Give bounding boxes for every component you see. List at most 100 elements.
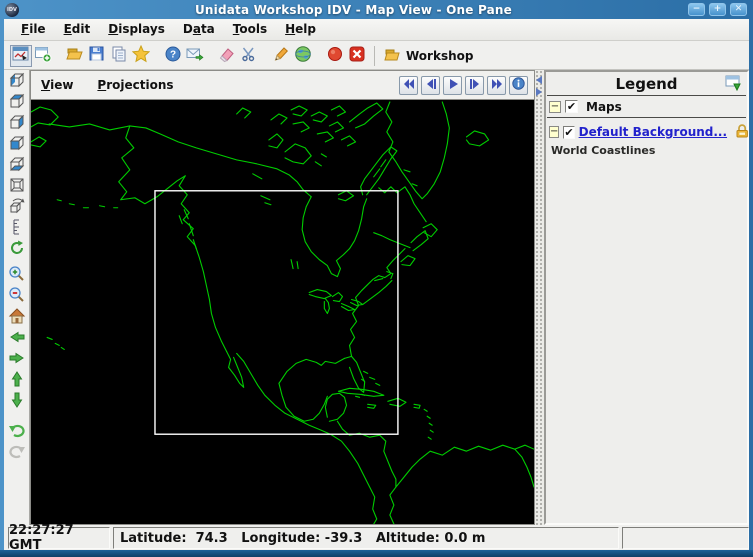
maximize-button[interactable]: + [709,3,726,16]
menu-displays[interactable]: Displays [99,20,174,39]
maps-visibility-checkbox[interactable]: ✔ [565,100,578,113]
menu-projections[interactable]: Projections [97,76,183,94]
cube-right-icon [8,113,26,134]
pan-down-button[interactable] [6,391,28,412]
zoom-out-button[interactable] [6,286,28,307]
arrow-left-icon [8,328,26,349]
menu-tools[interactable]: Tools [224,20,276,39]
help-button[interactable]: ? [162,45,184,67]
edit-draw-button[interactable] [270,45,292,67]
help-icon: ? [164,45,182,66]
collapse-left-icon[interactable] [536,76,542,84]
redo-icon [8,442,26,463]
legend-separator-2 [547,117,746,118]
globe-projection-button[interactable] [292,45,314,67]
rewind-icon [403,78,415,93]
undo-icon [8,421,26,442]
record-icon [326,45,344,66]
eraser-icon [218,45,236,66]
workshop-group[interactable]: Workshop [384,47,473,65]
zoom-in-button[interactable] [6,265,28,286]
rotate-viewpoint-button[interactable] [6,197,28,218]
latitude-label: Latitude: [120,531,187,546]
default-background-row: − ✔ Default Background... [546,121,747,143]
toolbar-separator [374,46,375,66]
app-window: IDV Unidata Workshop IDV - Map View - On… [0,0,753,557]
cut-displays-button[interactable] [238,45,260,67]
menu-help[interactable]: Help [276,20,325,39]
open-file-button[interactable] [64,45,86,67]
erase-displays-button[interactable] [216,45,238,67]
menu-data[interactable]: Data [174,20,224,39]
view-left-button[interactable] [6,71,28,92]
clock-readout: 22:27:27 GMT [8,527,110,549]
pencil-icon [272,45,290,66]
minimize-button[interactable]: − [688,3,705,16]
arrow-right-icon [8,349,26,370]
exit-icon [348,45,366,66]
longitude-label: Longitude: [228,531,321,546]
close-button[interactable]: ✕ [730,3,747,16]
altitude-value: 0.0 m [440,531,486,546]
menu-edit[interactable]: Edit [55,20,100,39]
viewpoint-toolbar [4,70,30,525]
menu-file[interactable]: File [12,20,55,39]
step-back-button[interactable] [421,76,440,95]
view-top-button[interactable] [6,92,28,113]
exit-button[interactable] [346,45,368,67]
pan-left-button[interactable] [6,328,28,349]
record-image-button[interactable] [324,45,346,67]
animation-properties-button[interactable] [509,76,528,95]
workshop-label: Workshop [406,49,473,63]
new-window-button[interactable] [32,45,54,67]
cube-left-icon [8,71,26,92]
pan-up-button[interactable] [6,370,28,391]
view-front-button[interactable] [6,134,28,155]
reset-home-button[interactable] [6,307,28,328]
lock-icon[interactable] [734,123,750,142]
dashboard-icon [12,45,30,66]
vertical-scale-button[interactable] [6,218,28,239]
view-bottom-button[interactable] [6,155,28,176]
zoom-in-icon [8,265,26,286]
zoom-out-icon [8,286,26,307]
support-request-button[interactable] [184,45,206,67]
wireframe-box-button[interactable] [6,176,28,197]
redo-button[interactable] [6,442,28,463]
collapse-item-button[interactable]: − [549,126,559,138]
auto-rotate-button[interactable] [6,239,28,260]
step-forward-button[interactable] [465,76,484,95]
collapse-maps-button[interactable]: − [549,101,561,113]
pan-right-button[interactable] [6,349,28,370]
new-window-icon [34,45,52,66]
item-visibility-checkbox[interactable]: ✔ [563,126,574,139]
title-bar[interactable]: IDV Unidata Workshop IDV - Map View - On… [0,0,753,19]
status-bar: 22:27:27 GMT Latitude: 74.3 Longitude: -… [4,527,749,549]
home-icon [8,307,26,328]
ruler-icon [8,218,26,239]
show-dashboard-button[interactable] [10,45,32,67]
play-button[interactable] [443,76,462,95]
menu-view[interactable]: View [41,76,83,94]
go-to-end-button[interactable] [487,76,506,95]
float-legend-button[interactable] [725,75,743,92]
menu-bar: File Edit Displays Data Tools Help [4,19,749,41]
latitude-value: 74.3 [187,531,228,546]
window-bottom-border [0,550,753,557]
star-icon [132,45,150,66]
legend-panel: Legend − ✔ Maps − ✔ Default Background..… [544,70,749,525]
undo-button[interactable] [6,421,28,442]
map-canvas[interactable] [31,99,534,524]
copy-bundle-button[interactable] [108,45,130,67]
default-background-link[interactable]: Default Background... [579,125,727,139]
svg-text:?: ? [170,50,176,61]
view-right-button[interactable] [6,113,28,134]
idv-logo-icon: IDV [5,3,19,17]
panel-splitter[interactable] [535,70,544,525]
save-file-button[interactable] [86,45,108,67]
go-to-start-button[interactable] [399,76,418,95]
collapse-right-icon[interactable] [536,88,542,96]
legend-title: Legend [615,75,677,93]
workshop-folder-icon [384,47,401,65]
favorites-button[interactable] [130,45,152,67]
